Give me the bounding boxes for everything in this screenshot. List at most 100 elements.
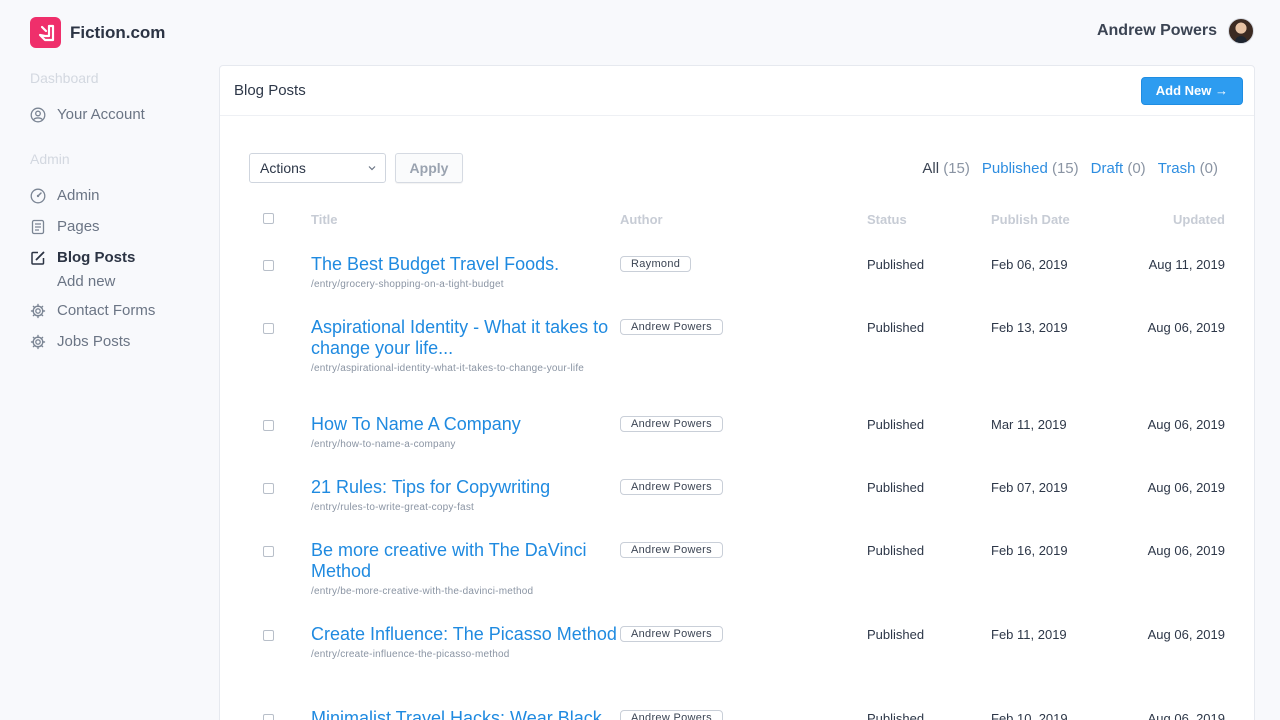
filter-count: (0): [1127, 159, 1146, 177]
sidebar-item-label: Pages: [57, 218, 100, 235]
column-header-updated[interactable]: Updated: [1111, 212, 1225, 227]
brand[interactable]: Fiction.com: [30, 17, 165, 48]
filter-label: Draft: [1090, 159, 1124, 177]
post-title-link[interactable]: 21 Rules: Tips for Copywriting: [311, 477, 620, 498]
table-row: Aspirational Identity - What it takes to…: [255, 317, 1225, 375]
add-new-button[interactable]: Add New →: [1140, 76, 1243, 105]
table-row: The Best Budget Travel Foods. /entry/gro…: [255, 254, 1225, 291]
sidebar-section-admin: Admin: [30, 151, 70, 167]
avatar[interactable]: [1228, 18, 1254, 44]
status-cell: Published: [867, 417, 925, 432]
updated-cell: Aug 11, 2019: [1148, 257, 1225, 272]
filter-count: (0): [1199, 159, 1218, 177]
sidebar-section-dashboard: Dashboard: [30, 70, 99, 86]
table-row: 21 Rules: Tips for Copywriting /entry/ru…: [255, 477, 1225, 514]
sidebar-item-label: Blog Posts: [57, 249, 136, 266]
table-row: Be more creative with The DaVinci Method…: [255, 540, 1225, 598]
status-cell: Published: [867, 320, 925, 335]
row-checkbox[interactable]: [263, 714, 274, 720]
table-row: How To Name A Company /entry/how-to-name…: [255, 414, 1225, 451]
post-slug: /entry/be-more-creative-with-the-davinci…: [311, 586, 534, 597]
document-icon: [31, 219, 45, 234]
brand-logo-icon: [30, 17, 61, 48]
row-checkbox[interactable]: [263, 483, 274, 494]
author-badge: Andrew Powers: [620, 542, 723, 558]
author-badge: Andrew Powers: [620, 319, 723, 335]
filter-label: Trash: [1157, 159, 1196, 177]
sidebar-item-admin[interactable]: Admin: [30, 180, 210, 211]
apply-button[interactable]: Apply: [395, 153, 463, 183]
filter-trash[interactable]: Trash (0): [1158, 160, 1218, 177]
author-badge: Andrew Powers: [620, 416, 723, 432]
post-slug: /entry/create-influence-the-picasso-meth…: [311, 649, 510, 660]
status-cell: Published: [867, 711, 925, 720]
author-badge: Andrew Powers: [620, 479, 723, 495]
bulk-actions-value: Actions: [260, 160, 306, 176]
post-slug: /entry/aspirational-identity-what-it-tak…: [311, 363, 585, 374]
brand-name: Fiction.com: [70, 22, 166, 42]
user-circle-icon: [30, 107, 46, 122]
row-checkbox[interactable]: [263, 420, 274, 431]
column-header-author[interactable]: Author: [620, 212, 867, 227]
select-all-checkbox[interactable]: [263, 212, 274, 224]
table-header-row: Title Author Status Publish Date Updated: [255, 208, 1225, 230]
chevron-down-icon: [368, 166, 376, 171]
post-title-link[interactable]: Be more creative with The DaVinci Method: [311, 540, 620, 582]
user-name: Andrew Powers: [1096, 22, 1217, 39]
status-cell: Published: [867, 257, 925, 272]
sidebar: Dashboard Your Account Admin Admin Pages…: [30, 70, 210, 357]
filter-count: (15): [1051, 159, 1079, 177]
post-title-link[interactable]: Create Influence: The Picasso Method: [311, 624, 620, 645]
status-filters: All (15) Published (15) Draft (0) Trash …: [922, 160, 1218, 177]
sidebar-item-label: Admin: [57, 187, 100, 204]
filter-draft[interactable]: Draft (0): [1091, 160, 1146, 177]
sidebar-item-jobs-posts[interactable]: Jobs Posts: [30, 326, 210, 357]
column-header-title[interactable]: Title: [311, 212, 620, 227]
page-title: Blog Posts: [234, 82, 306, 99]
publish-date-cell: Feb 11, 2019: [991, 627, 1067, 642]
posts-table: Title Author Status Publish Date Updated…: [255, 208, 1225, 720]
publish-date-cell: Mar 11, 2019: [991, 417, 1067, 432]
updated-cell: Aug 06, 2019: [1147, 320, 1225, 335]
gear-icon: [30, 303, 46, 318]
updated-cell: Aug 06, 2019: [1147, 543, 1225, 558]
post-title-link[interactable]: Minimalist Travel Hacks: Wear Black: [311, 708, 620, 720]
post-slug: /entry/rules-to-write-great-copy-fast: [311, 502, 475, 513]
publish-date-cell: Feb 16, 2019: [991, 543, 1068, 558]
post-slug: /entry/how-to-name-a-company: [311, 439, 456, 450]
sidebar-item-your-account[interactable]: Your Account: [30, 99, 210, 130]
sidebar-item-contact-forms[interactable]: Contact Forms: [30, 295, 210, 326]
filter-published[interactable]: Published (15): [982, 160, 1079, 177]
row-checkbox[interactable]: [263, 630, 274, 641]
bulk-actions-select[interactable]: Actions: [249, 153, 386, 183]
publish-date-cell: Feb 13, 2019: [991, 320, 1068, 335]
author-badge: Raymond: [620, 256, 692, 272]
row-checkbox[interactable]: [263, 546, 274, 557]
card-header: Blog Posts Add New →: [220, 66, 1254, 116]
row-checkbox[interactable]: [263, 260, 274, 271]
filter-all[interactable]: All (15): [922, 160, 970, 177]
user-menu[interactable]: Andrew Powers: [1097, 18, 1254, 44]
sidebar-item-label: Contact Forms: [57, 302, 156, 319]
table-row: Minimalist Travel Hacks: Wear Black Andr…: [255, 708, 1225, 720]
filter-label: Published: [981, 159, 1048, 177]
gear-icon: [30, 334, 46, 349]
post-slug: /entry/grocery-shopping-on-a-tight-budge…: [311, 279, 504, 290]
updated-cell: Aug 06, 2019: [1147, 480, 1225, 495]
column-header-publish-date[interactable]: Publish Date: [991, 212, 1111, 227]
post-title-link[interactable]: How To Name A Company: [311, 414, 620, 435]
post-title-link[interactable]: Aspirational Identity - What it takes to…: [311, 317, 620, 359]
row-checkbox[interactable]: [263, 323, 274, 334]
sidebar-item-pages[interactable]: Pages: [30, 211, 210, 242]
updated-cell: Aug 06, 2019: [1147, 711, 1225, 720]
sidebar-subitem-add-new[interactable]: Add new: [30, 269, 210, 293]
column-header-status[interactable]: Status: [867, 212, 991, 227]
table-toolbar: Actions Apply All (15) Published (15) Dr…: [249, 153, 1218, 183]
sidebar-item-label: Jobs Posts: [57, 333, 131, 350]
publish-date-cell: Feb 10, 2019: [991, 711, 1068, 720]
updated-cell: Aug 06, 2019: [1147, 417, 1225, 432]
edit-icon: [31, 251, 45, 265]
post-title-link[interactable]: The Best Budget Travel Foods.: [311, 254, 620, 275]
publish-date-cell: Feb 07, 2019: [991, 480, 1068, 495]
filter-count: (15): [943, 159, 970, 177]
